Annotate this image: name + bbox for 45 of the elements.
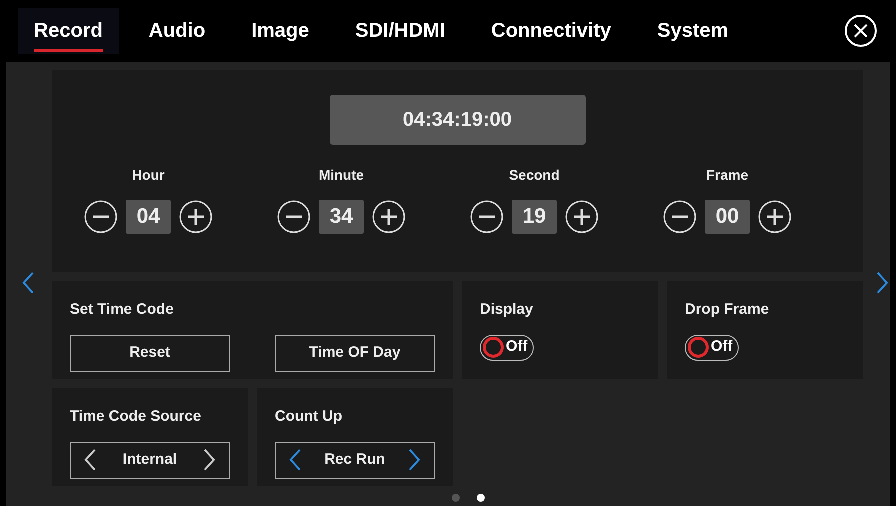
- value-field[interactable]: 04: [126, 200, 171, 234]
- decrement-button[interactable]: [470, 200, 504, 234]
- next-arrow[interactable]: [408, 449, 422, 471]
- timecode-display: 04:34:19:00: [330, 95, 586, 145]
- panel-title: Set Time Code: [70, 300, 175, 320]
- previous-arrow[interactable]: [83, 449, 97, 471]
- page-dot[interactable]: [452, 494, 460, 502]
- increment-button[interactable]: [179, 200, 213, 234]
- page-dot[interactable]: [477, 494, 485, 502]
- next-page-arrow[interactable]: [876, 271, 890, 293]
- next-arrow[interactable]: [203, 449, 217, 471]
- outline-button[interactable]: Time OF Day: [275, 334, 435, 372]
- decrement-button[interactable]: [277, 200, 311, 234]
- tab[interactable]: Audio: [132, 8, 222, 54]
- panel-title: Count Up: [275, 407, 344, 427]
- tab[interactable]: System: [641, 8, 745, 54]
- outline-button[interactable]: Reset: [70, 334, 230, 372]
- previous-page-arrow[interactable]: [21, 271, 35, 293]
- field-label: Hour: [132, 166, 165, 185]
- panel-title: Drop Frame: [685, 300, 770, 320]
- toggle-switch[interactable]: Off: [685, 334, 739, 360]
- selector-field[interactable]: Rec Run: [275, 442, 435, 478]
- tab[interactable]: Image: [236, 8, 326, 54]
- field-label: Minute: [318, 166, 364, 185]
- increment-button[interactable]: [565, 200, 599, 234]
- toggle-switch[interactable]: Off: [480, 334, 534, 360]
- selector-value: Internal: [122, 450, 178, 470]
- value-field[interactable]: 00: [705, 200, 750, 234]
- decrement-button[interactable]: [84, 200, 118, 234]
- panel-title: Display: [480, 300, 534, 320]
- tab[interactable]: SDI/HDMI: [339, 8, 462, 54]
- previous-arrow[interactable]: [288, 449, 302, 471]
- field-label: Second: [509, 166, 560, 185]
- selector-value: Rec Run: [324, 450, 386, 470]
- increment-button[interactable]: [372, 200, 406, 234]
- close-button[interactable]: [844, 14, 878, 48]
- tab[interactable]: Connectivity: [475, 8, 628, 54]
- selector-field[interactable]: Internal: [70, 442, 230, 478]
- value-field[interactable]: 19: [512, 200, 557, 234]
- value-field[interactable]: 34: [319, 200, 364, 234]
- increment-button[interactable]: [758, 200, 792, 234]
- panel-title: Time Code Source: [70, 407, 202, 427]
- tab[interactable]: Record: [18, 8, 119, 54]
- decrement-button[interactable]: [663, 200, 697, 234]
- field-label: Frame: [706, 166, 749, 185]
